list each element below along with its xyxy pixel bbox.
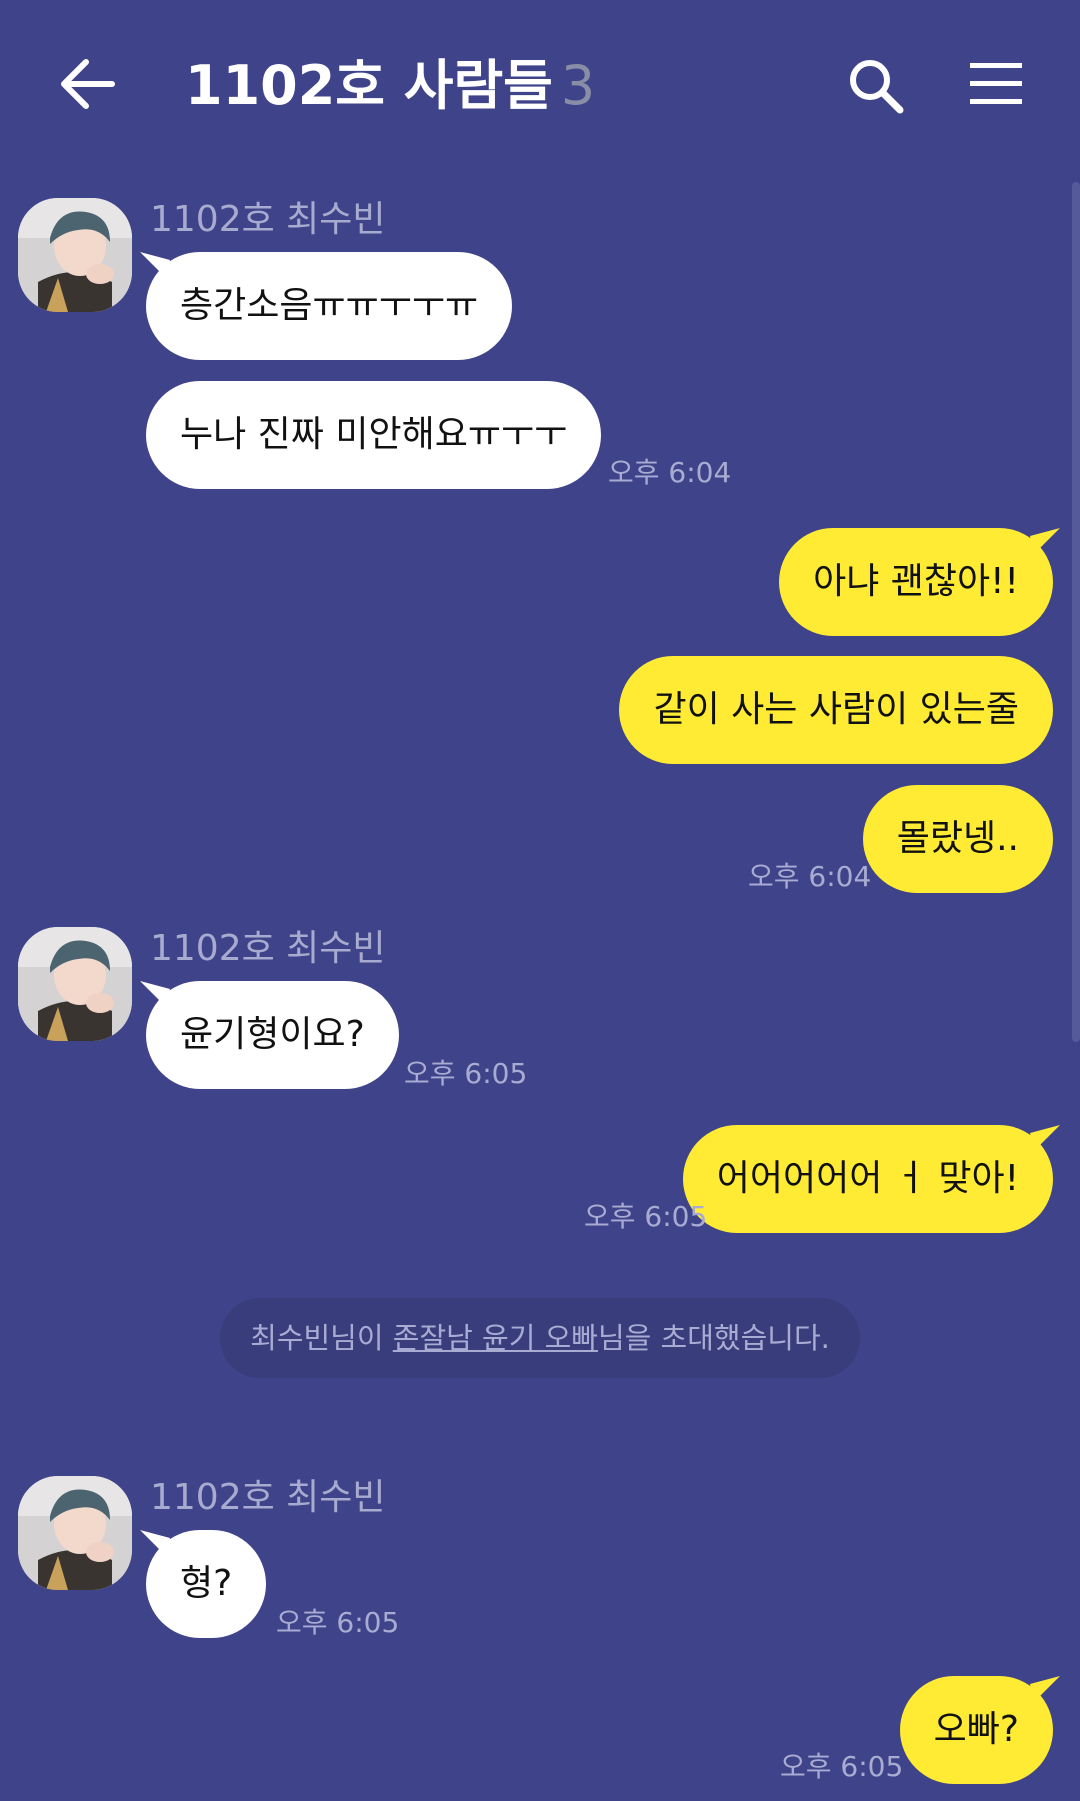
message-bubble[interactable]: 같이 사는 사람이 있는줄 (619, 656, 1053, 764)
message-bubble[interactable]: 오빠? (899, 1676, 1053, 1784)
invitee-link[interactable]: 존잘남 윤기 오빠 (393, 1321, 598, 1355)
message-bubble[interactable]: 윤기형이요? (146, 981, 399, 1089)
chat-title: 1102호 사람들 3 (185, 54, 595, 118)
system-notice: 최수빈님이 존잘남 윤기 오빠님을 초대했습니다. (220, 1298, 860, 1378)
search-icon[interactable] (848, 58, 904, 114)
message-time: 오후 6:04 (748, 860, 872, 893)
notice-prefix: 최수빈님이 (250, 1321, 393, 1355)
notice-suffix: 님을 초대했습니다. (597, 1321, 830, 1355)
sender-name: 1102호 최수빈 (150, 1477, 386, 1518)
avatar[interactable] (18, 198, 132, 312)
sender-name: 1102호 최수빈 (150, 928, 386, 969)
avatar[interactable] (18, 1476, 132, 1590)
message-time: 오후 6:05 (276, 1606, 400, 1639)
message-bubble[interactable]: 형? (146, 1530, 267, 1638)
message-bubble[interactable]: 층간소음ㅠㅠㅜㅜㅠ (146, 252, 513, 360)
message-bubble[interactable]: 어어어어어 ㅓ 맞아! (682, 1125, 1053, 1233)
chat-header: 1102호 사람들 3 (0, 0, 1080, 170)
sender-name: 1102호 최수빈 (150, 199, 386, 240)
scrollbar[interactable] (1072, 182, 1080, 1042)
message-time: 오후 6:05 (780, 1750, 904, 1783)
hamburger-menu-icon[interactable] (968, 60, 1024, 108)
chat-room-name: 1102호 사람들 (185, 54, 553, 117)
message-bubble[interactable]: 몰랐넹.. (862, 785, 1053, 893)
message-time: 오후 6:05 (584, 1200, 708, 1233)
arrow-left-icon[interactable] (58, 58, 116, 110)
message-bubble[interactable]: 아냐 괜찮아!! (779, 528, 1053, 636)
message-time: 오후 6:05 (404, 1057, 528, 1090)
message-bubble[interactable]: 누나 진짜 미안해요ㅠㅜㅜ (146, 381, 602, 489)
message-time: 오후 6:04 (608, 456, 732, 489)
member-count: 3 (560, 54, 596, 117)
avatar[interactable] (18, 927, 132, 1041)
